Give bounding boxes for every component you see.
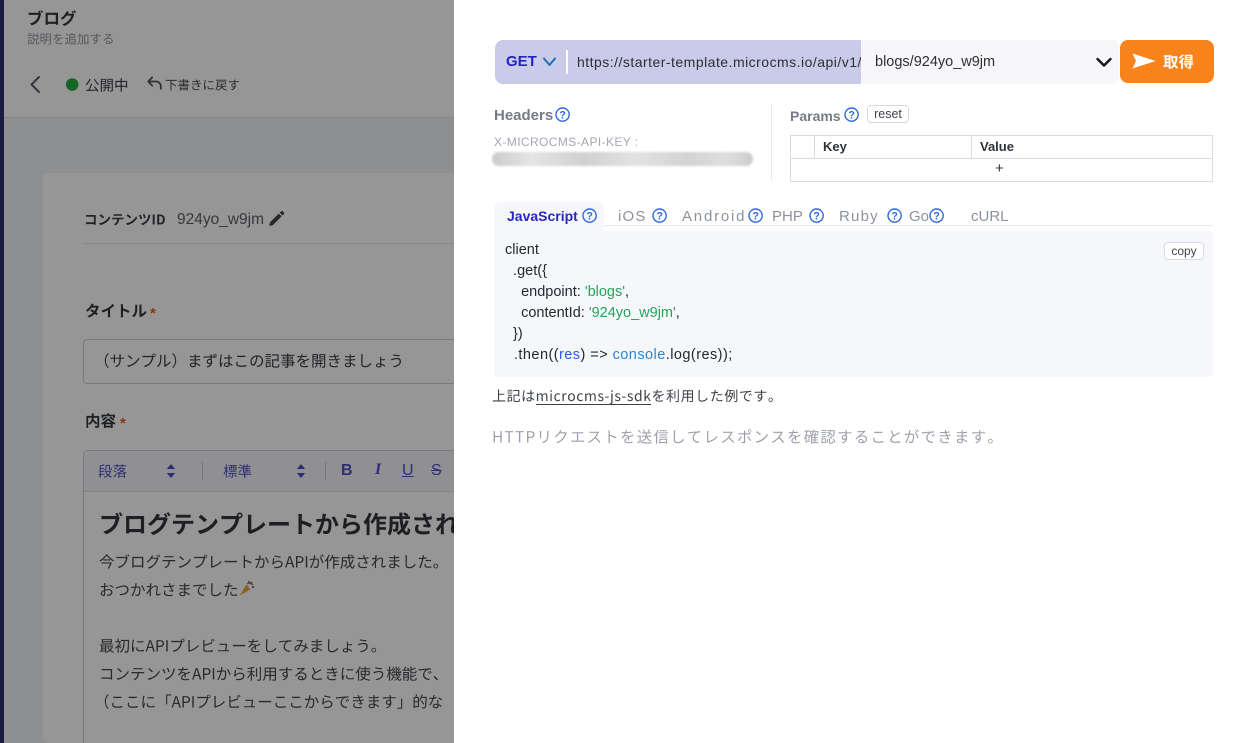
svg-text:?: ? — [657, 210, 664, 222]
svg-text:?: ? — [559, 110, 566, 122]
svg-text:?: ? — [849, 109, 856, 121]
svg-text:?: ? — [892, 210, 899, 222]
svg-text:?: ? — [753, 210, 760, 222]
svg-text:?: ? — [934, 210, 941, 222]
svg-text:?: ? — [813, 210, 820, 222]
svg-text:?: ? — [587, 210, 594, 222]
